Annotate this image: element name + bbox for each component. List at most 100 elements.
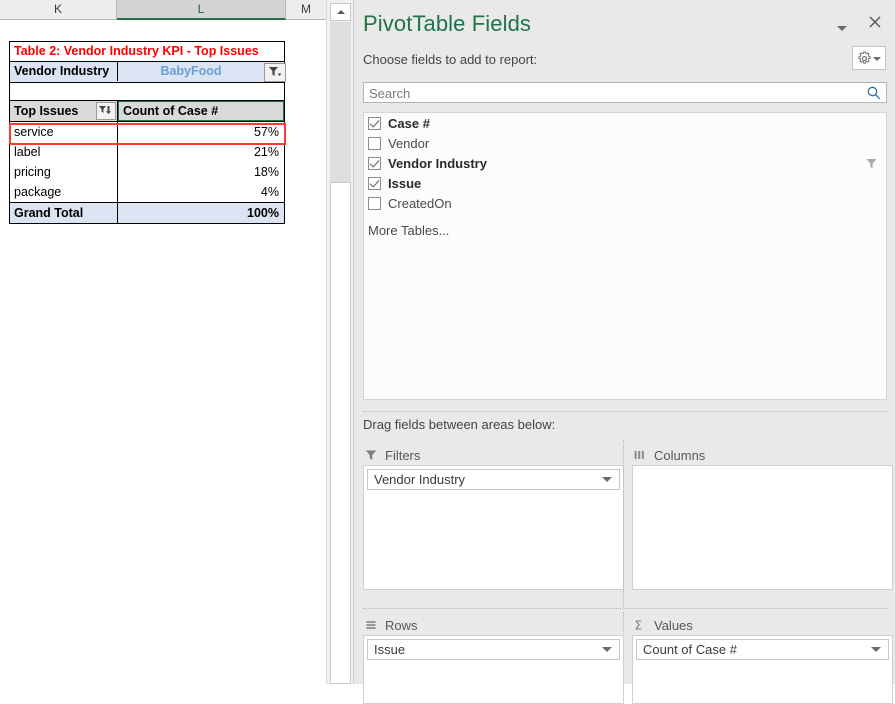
pivot-row-value[interactable]: 18%: [118, 162, 284, 182]
area-zone-values: Σ Values Count of Case #: [632, 615, 893, 704]
checkbox-vendor[interactable]: [368, 136, 381, 150]
field-label: Case #: [388, 115, 430, 131]
scroll-up-arrow-icon[interactable]: [330, 3, 351, 21]
area-zone-filters: Filters Vendor Industry: [363, 445, 624, 590]
area-label: Rows: [385, 617, 418, 633]
svg-text:Σ: Σ: [635, 619, 643, 632]
area-zone-columns: Columns: [632, 445, 893, 590]
field-list[interactable]: Case # Vendor Vendor Industry Issue Crea…: [363, 112, 887, 400]
gear-icon: [857, 51, 872, 71]
pivot-row-label[interactable]: service: [10, 122, 118, 142]
field-label: Vendor: [388, 135, 430, 151]
filter-dropdown-icon[interactable]: [264, 63, 286, 82]
field-item-vendor[interactable]: Vendor: [364, 133, 886, 153]
chip-label: Vendor Industry: [374, 472, 466, 487]
checkbox-case[interactable]: [368, 116, 381, 130]
chip-label: Issue: [374, 642, 406, 657]
pivot-data-row: pricing 18%: [10, 162, 284, 182]
area-dropzone-values[interactable]: Count of Case #: [632, 635, 893, 704]
rows-icon: [363, 619, 379, 631]
filter-icon: [363, 449, 379, 461]
area-dropzone-filters[interactable]: Vendor Industry: [363, 465, 624, 590]
sort-filter-dropdown-icon[interactable]: [96, 102, 116, 120]
filter-field-label[interactable]: Vendor Industry: [10, 62, 118, 81]
area-header-rows: Rows: [363, 615, 624, 635]
field-chip-issue[interactable]: Issue: [367, 639, 620, 660]
pivot-title-row: Table 2: Vendor Industry KPI - Top Issue…: [10, 42, 284, 62]
pivottable-fields-pane: PivotTable Fields Choose fields to add t…: [353, 0, 895, 704]
checkbox-createdon[interactable]: [368, 196, 381, 210]
excel-pivottable-screen: K L M Table 2: Vendor Industry KPI - Top…: [0, 0, 895, 704]
pivot-row-field-label: Top Issues: [14, 104, 79, 118]
pivot-header-row: Top Issues Count of Case #: [10, 101, 284, 122]
filter-icon[interactable]: [865, 157, 878, 173]
pivot-data-row: package 4%: [10, 182, 284, 202]
area-header-values: Σ Values: [632, 615, 893, 635]
scrollbar-thumb[interactable]: [330, 182, 351, 684]
pivot-table: Table 2: Vendor Industry KPI - Top Issue…: [9, 41, 286, 224]
pivot-grand-total-row: Grand Total 100%: [10, 202, 284, 223]
area-dropzone-rows[interactable]: Issue: [363, 635, 624, 704]
chevron-down-icon[interactable]: [833, 19, 851, 37]
checkbox-issue[interactable]: [368, 176, 381, 190]
column-header-row: K L M: [0, 0, 326, 20]
pivot-spacer-row: [10, 83, 284, 101]
close-icon[interactable]: [865, 12, 885, 32]
field-chip-vendor-industry[interactable]: Vendor Industry: [367, 469, 620, 490]
area-label: Values: [654, 617, 693, 633]
pivot-row-label[interactable]: package: [10, 182, 118, 202]
field-chip-count-of-case[interactable]: Count of Case #: [636, 639, 889, 660]
search-box[interactable]: [363, 82, 887, 106]
area-label: Filters: [385, 447, 421, 463]
area-header-filters: Filters: [363, 445, 624, 465]
column-header-l[interactable]: L: [117, 0, 286, 20]
spreadsheet-area: K L M Table 2: Vendor Industry KPI - Top…: [0, 0, 326, 684]
column-header-k[interactable]: K: [0, 0, 117, 19]
grand-total-value[interactable]: 100%: [118, 203, 284, 223]
pivot-data-row: service 57%: [10, 122, 284, 142]
filter-field-value[interactable]: BabyFood: [118, 62, 264, 81]
chevron-down-icon[interactable]: [602, 647, 612, 652]
chip-label: Count of Case #: [643, 642, 737, 657]
field-list-options-button[interactable]: [852, 46, 886, 70]
area-dropzone-columns[interactable]: [632, 465, 893, 590]
pivot-data-row: label 21%: [10, 142, 284, 162]
column-header-m[interactable]: M: [286, 0, 326, 19]
pivot-title-cell[interactable]: Table 2: Vendor Industry KPI - Top Issue…: [10, 42, 284, 61]
pane-title: PivotTable Fields: [363, 11, 531, 36]
sigma-icon: Σ: [632, 619, 648, 632]
more-tables-link[interactable]: More Tables...: [364, 223, 886, 238]
pivot-row-value[interactable]: 57%: [118, 122, 284, 142]
checkbox-vendor-industry[interactable]: [368, 156, 381, 170]
field-item-issue[interactable]: Issue: [364, 173, 886, 193]
pivot-row-value[interactable]: 4%: [118, 182, 284, 202]
drag-fields-label: Drag fields between areas below:: [363, 417, 556, 432]
divider: [363, 608, 887, 609]
field-item-createdon[interactable]: CreatedOn: [364, 193, 886, 213]
field-item-case[interactable]: Case #: [364, 113, 886, 133]
divider: [623, 440, 624, 608]
columns-icon: [632, 449, 648, 461]
grand-total-label[interactable]: Grand Total: [10, 203, 118, 223]
pivot-row-value[interactable]: 21%: [118, 142, 284, 162]
chevron-down-icon[interactable]: [871, 647, 881, 652]
pivot-row-label[interactable]: pricing: [10, 162, 118, 182]
pivot-report-filter-row: Vendor Industry BabyFood: [10, 62, 286, 83]
vertical-scrollbar[interactable]: [326, 0, 353, 684]
search-icon[interactable]: [866, 85, 882, 106]
search-input[interactable]: [367, 83, 851, 104]
pivot-row-field-header[interactable]: Top Issues: [10, 101, 118, 121]
choose-fields-label: Choose fields to add to report:: [363, 52, 538, 67]
area-label: Columns: [654, 447, 706, 463]
area-header-columns: Columns: [632, 445, 893, 465]
field-label: CreatedOn: [388, 195, 452, 211]
pivot-spacer-cell[interactable]: [10, 83, 284, 100]
divider: [363, 411, 887, 412]
field-label: Issue: [388, 175, 422, 191]
chevron-down-icon[interactable]: [602, 477, 612, 482]
scrollbar-track[interactable]: [330, 22, 351, 684]
chevron-down-icon: [873, 57, 881, 61]
pivot-value-field-header[interactable]: Count of Case #: [118, 101, 284, 121]
field-item-vendor-industry[interactable]: Vendor Industry: [364, 153, 886, 173]
pivot-row-label[interactable]: label: [10, 142, 118, 162]
